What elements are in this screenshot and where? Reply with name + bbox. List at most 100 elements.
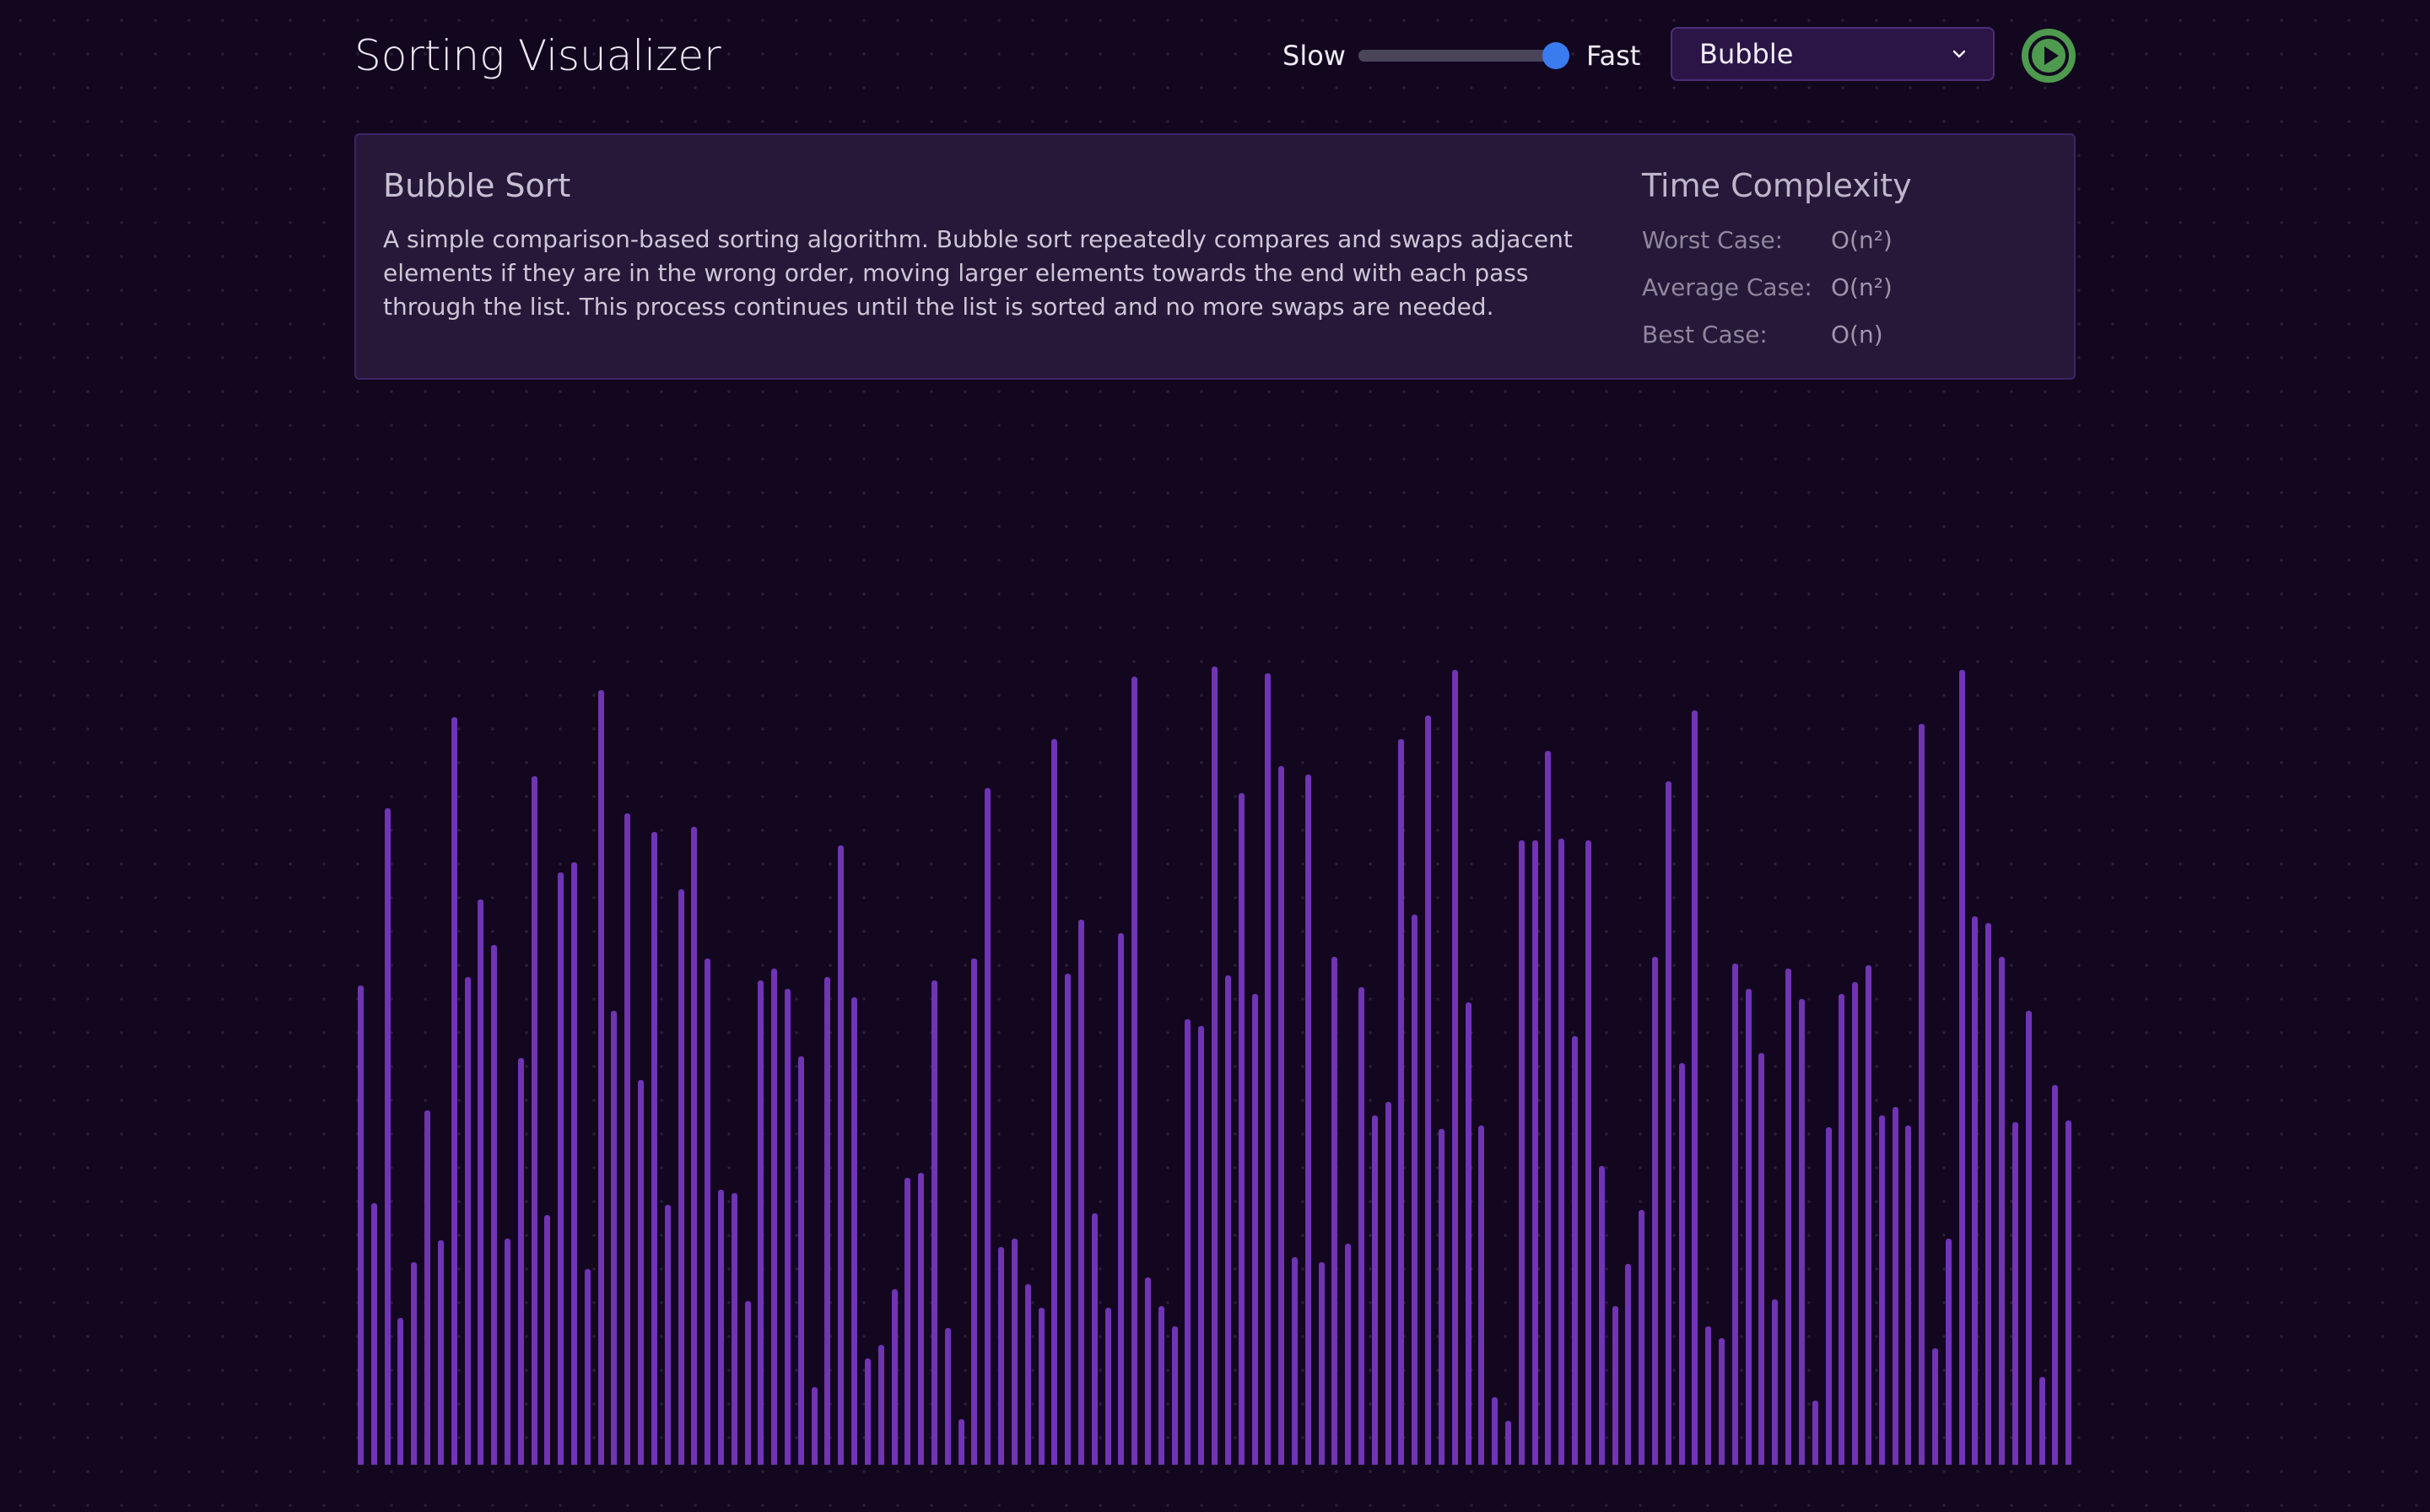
array-bar	[1572, 1036, 1579, 1465]
array-bar	[1678, 1063, 1685, 1465]
array-bar	[1865, 965, 1871, 1465]
array-bar	[1412, 915, 1418, 1465]
array-bar	[1985, 923, 1992, 1465]
array-bar	[758, 980, 764, 1465]
array-bars	[354, 650, 2076, 1465]
array-bar	[1371, 1115, 1378, 1465]
array-bar	[478, 899, 484, 1465]
algorithm-select[interactable]: Bubble	[1671, 27, 1995, 81]
array-bar	[1878, 1115, 1885, 1465]
array-bar	[878, 1345, 884, 1465]
array-bar	[517, 1058, 524, 1465]
array-bar	[811, 1387, 818, 1465]
array-bar	[597, 690, 604, 1465]
array-bar	[1171, 1326, 1178, 1465]
array-bar	[1011, 1239, 1018, 1465]
array-bar	[1478, 1126, 1485, 1465]
speed-slider[interactable]	[1358, 42, 1569, 69]
array-bar	[1852, 982, 1859, 1465]
array-bar	[531, 776, 537, 1465]
array-bar	[838, 845, 845, 1465]
array-bar	[1919, 724, 1925, 1465]
array-bar	[638, 1080, 645, 1465]
array-bar	[1198, 1026, 1205, 1465]
array-bar	[1145, 1277, 1152, 1465]
array-bar	[1451, 670, 1458, 1465]
array-bar	[651, 832, 657, 1465]
array-bar	[1385, 1102, 1391, 1465]
array-bar	[1999, 957, 2006, 1465]
array-bar	[1185, 1019, 1191, 1465]
complexity-best-value: O(n)	[1831, 321, 1883, 348]
array-bar	[1158, 1306, 1164, 1465]
array-bar	[851, 997, 858, 1465]
array-bar	[1331, 957, 1338, 1465]
array-bar	[1892, 1107, 1898, 1465]
array-bar	[584, 1269, 591, 1465]
array-bar	[1745, 989, 1752, 1465]
array-bar	[1625, 1264, 1632, 1465]
play-button[interactable]	[2022, 29, 2076, 83]
play-icon	[2028, 35, 2069, 76]
algorithm-description: A simple comparison-based sorting algori…	[383, 225, 1573, 321]
array-bar	[464, 977, 471, 1465]
complexity-best-row: Best Case: O(n)	[1642, 321, 1883, 348]
complexity-worst-value: O(n²)	[1831, 226, 1893, 254]
array-bar	[932, 980, 937, 1465]
array-bar	[504, 1239, 510, 1465]
speed-slider-thumb[interactable]	[1542, 42, 1569, 69]
array-bar	[1518, 840, 1525, 1465]
array-bar	[2025, 1011, 2032, 1465]
array-bar	[1224, 975, 1231, 1465]
array-bar	[904, 1178, 911, 1465]
algorithm-name: Bubble Sort	[383, 167, 571, 204]
array-bar	[611, 1011, 618, 1465]
array-bar	[624, 813, 631, 1465]
array-bar	[1692, 710, 1698, 1465]
array-bar	[1705, 1326, 1712, 1465]
array-bar	[1345, 1244, 1352, 1465]
array-bar	[1585, 840, 1591, 1465]
speed-slow-label: Slow	[1282, 40, 1346, 72]
algorithm-info-panel: Bubble Sort A simple comparison-based so…	[354, 133, 2076, 380]
array-bar	[1304, 775, 1311, 1465]
array-bar	[1905, 1126, 1912, 1465]
array-bar	[384, 808, 391, 1465]
array-bar	[2038, 1377, 2045, 1465]
algorithm-select-value: Bubble	[1699, 38, 1794, 70]
array-bar	[731, 1193, 737, 1465]
array-bar	[571, 862, 578, 1465]
array-bar	[491, 945, 498, 1465]
array-bar	[1639, 1210, 1645, 1465]
array-bar	[705, 958, 711, 1465]
array-bar	[1505, 1421, 1511, 1465]
array-bar	[971, 958, 978, 1465]
array-bar	[1104, 1308, 1111, 1465]
array-bar	[1091, 1213, 1098, 1465]
array-bar	[437, 1240, 444, 1465]
chevron-down-icon	[1952, 50, 1966, 58]
array-bar	[2052, 1085, 2059, 1465]
complexity-average-label: Average Case:	[1642, 273, 1812, 301]
complexity-best-label: Best Case:	[1642, 321, 1768, 348]
array-bar	[1465, 1002, 1472, 1465]
array-bar	[370, 1203, 377, 1465]
array-bar	[411, 1262, 418, 1465]
array-bar	[1825, 1127, 1832, 1465]
array-bar	[985, 788, 991, 1465]
array-bar	[678, 889, 684, 1465]
array-bar	[691, 827, 698, 1465]
array-bar	[1131, 677, 1138, 1465]
array-bar	[1077, 920, 1084, 1465]
complexity-title: Time Complexity	[1642, 167, 1912, 204]
array-bar	[1118, 933, 1125, 1465]
array-bar	[1251, 994, 1258, 1465]
array-bar	[1798, 999, 1805, 1465]
array-bar	[1438, 1129, 1444, 1465]
speed-slider-track	[1358, 50, 1569, 62]
array-bar	[1972, 916, 1979, 1465]
complexity-worst-row: Worst Case: O(n²)	[1642, 226, 1893, 254]
array-bar	[1545, 751, 1552, 1465]
array-bar	[1492, 1397, 1498, 1465]
array-bar	[451, 717, 457, 1465]
